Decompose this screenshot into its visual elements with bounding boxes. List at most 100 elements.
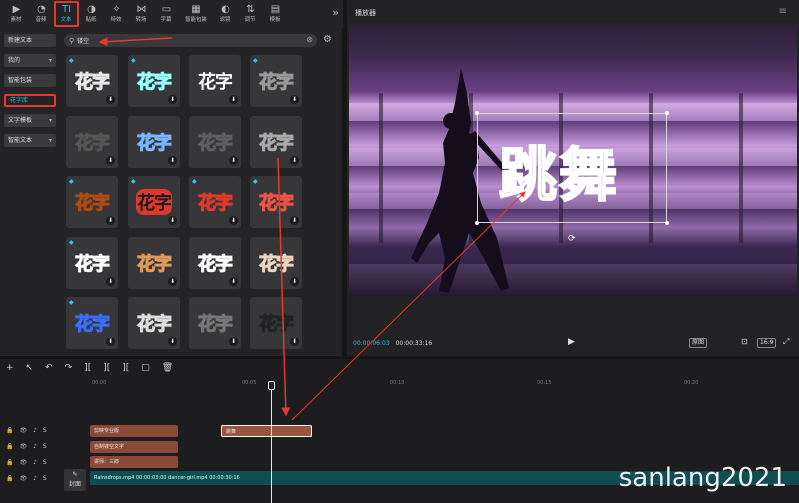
download-icon[interactable]: ⬇: [106, 95, 115, 104]
download-icon[interactable]: ⬇: [290, 216, 299, 225]
select-icon[interactable]: ↖: [26, 363, 34, 373]
list-item[interactable]: 花字 ⬇: [128, 297, 180, 349]
list-item[interactable]: 花字 ⬇: [189, 297, 241, 349]
more-tabs-icon[interactable]: »: [332, 6, 339, 19]
download-icon[interactable]: ⬇: [229, 95, 238, 104]
tab-subtitle[interactable]: ▭ 字幕: [154, 1, 179, 27]
list-item[interactable]: 花字 ⬇: [189, 55, 241, 107]
download-icon[interactable]: ⬇: [229, 277, 238, 286]
video-preview[interactable]: 跳舞 ⟳: [349, 23, 797, 296]
download-icon[interactable]: ⬇: [229, 156, 238, 165]
list-item[interactable]: 花字 ⬇: [128, 237, 180, 289]
download-icon[interactable]: ⬇: [229, 216, 238, 225]
clear-icon[interactable]: ⊗: [306, 35, 313, 44]
filter-icon[interactable]: ⚙: [323, 34, 332, 45]
tab-sticker[interactable]: ◑ 贴纸: [79, 1, 104, 27]
download-icon[interactable]: ⬇: [106, 277, 115, 286]
download-icon[interactable]: ⬇: [168, 337, 177, 346]
sidebar-item-text-template[interactable]: 文字模板 ▾: [4, 114, 56, 127]
original-button[interactable]: 原图: [689, 338, 708, 348]
playhead[interactable]: [271, 381, 272, 503]
resize-handle[interactable]: [665, 111, 669, 115]
list-item[interactable]: 花字 ⬇: [189, 237, 241, 289]
play-icon[interactable]: ▶: [568, 337, 575, 347]
text-clip[interactable]: 剪映专业版: [90, 425, 178, 437]
tab-audio[interactable]: ◔ 音频: [29, 1, 54, 27]
track-controls[interactable]: 🔒👁♪S: [6, 459, 53, 466]
track-controls[interactable]: 🔒👁♪S: [6, 427, 53, 434]
tab-text[interactable]: TI 文本: [54, 1, 79, 27]
redo-icon[interactable]: ↷: [65, 363, 73, 373]
download-icon[interactable]: ⬇: [106, 216, 115, 225]
text-clip[interactable]: 自制镂空文字: [90, 441, 178, 453]
tab-filter[interactable]: ◐ 滤镜: [213, 1, 238, 27]
list-item[interactable]: 花字 ⬇: [250, 237, 302, 289]
list-item[interactable]: 花字 ⬇: [128, 116, 180, 168]
diamond-icon: ◆: [69, 239, 74, 246]
download-icon[interactable]: ⬇: [290, 156, 299, 165]
rotate-icon[interactable]: ⟳: [568, 234, 576, 244]
download-icon[interactable]: ⬇: [168, 277, 177, 286]
text-clip[interactable]: 讲师：三郎: [90, 456, 178, 468]
download-icon[interactable]: ⬇: [106, 337, 115, 346]
download-icon[interactable]: ⬇: [168, 216, 177, 225]
download-icon[interactable]: ⬇: [168, 95, 177, 104]
list-item[interactable]: ◆ 花字 ⬇: [128, 176, 180, 228]
resize-handle[interactable]: [665, 221, 669, 225]
track-controls[interactable]: 🔒👁♪S: [6, 475, 53, 482]
timecode: 00:00:06:03 00:00:33:16: [353, 340, 432, 347]
list-item[interactable]: ◆ 花字 ⬇: [66, 237, 118, 289]
cover-button[interactable]: ✎ 封面: [64, 469, 86, 491]
playhead-handle[interactable]: [268, 381, 275, 390]
tab-smart-pack[interactable]: ▦ 智能包装: [179, 1, 213, 27]
resize-handle[interactable]: [475, 221, 479, 225]
list-item[interactable]: 花字 ⬇: [250, 116, 302, 168]
tab-template[interactable]: ▤ 模板: [263, 1, 288, 27]
list-item[interactable]: 花字 ⬇: [66, 116, 118, 168]
undo-icon[interactable]: ↶: [45, 363, 53, 373]
split-icon[interactable]: ][: [84, 363, 91, 373]
download-icon[interactable]: ⬇: [290, 277, 299, 286]
overlay-text[interactable]: 跳舞: [498, 128, 619, 212]
delete-icon[interactable]: 🗑: [162, 363, 173, 373]
trim-right-icon[interactable]: ][: [122, 363, 129, 373]
download-icon[interactable]: ⬇: [106, 156, 115, 165]
sidebar-item-new-text[interactable]: 新建文本: [4, 34, 56, 47]
list-item[interactable]: ◆ 花字 ⬇: [66, 297, 118, 349]
trim-left-icon[interactable]: ][: [103, 363, 110, 373]
list-item[interactable]: 花字 ⬇: [189, 116, 241, 168]
download-icon[interactable]: ⬇: [229, 337, 238, 346]
text-clip-selected[interactable]: 跳舞: [221, 425, 312, 437]
diamond-icon: ◆: [69, 57, 74, 64]
time-ruler[interactable]: 00:00 00:05 00:10 00:15 00:20: [90, 379, 799, 389]
search-input[interactable]: ⚲ 镂空 ⊗: [64, 34, 317, 47]
fullscreen-icon[interactable]: ⤢: [781, 338, 791, 346]
fit-icon[interactable]: ⊡: [739, 338, 750, 346]
search-value: 镂空: [77, 38, 90, 45]
sidebar-item-smart-text[interactable]: 智能文本 ▾: [4, 134, 56, 147]
list-item[interactable]: ◆ 花字 ⬇: [250, 55, 302, 107]
tab-effects[interactable]: ✧ 特效: [104, 1, 129, 27]
list-item[interactable]: ◆ 花字 ⬇: [250, 176, 302, 228]
list-item[interactable]: 花字 ⬇: [250, 297, 302, 349]
list-item[interactable]: ◆ 花字 ⬇: [128, 55, 180, 107]
tab-adjust[interactable]: ⇅ 调节: [238, 1, 263, 27]
download-icon[interactable]: ⬇: [168, 156, 177, 165]
freeze-icon[interactable]: ▢: [141, 363, 150, 373]
list-item[interactable]: ◆ 花字 ⬇: [66, 176, 118, 228]
list-item[interactable]: ◆ 花字 ⬇: [189, 176, 241, 228]
download-icon[interactable]: ⬇: [290, 95, 299, 104]
menu-icon[interactable]: ≡: [779, 6, 787, 17]
tab-transition[interactable]: ⋈ 转场: [129, 1, 154, 27]
tab-media[interactable]: ▶ 素材: [4, 1, 29, 27]
sidebar-item-fancy-text[interactable]: 花字库: [4, 94, 56, 107]
add-icon[interactable]: +: [6, 363, 14, 373]
resize-handle[interactable]: [475, 111, 479, 115]
sidebar-item-mine[interactable]: 我的 ▾: [4, 54, 56, 67]
sidebar-item-smart-pack[interactable]: 智能包装: [4, 74, 56, 87]
ratio-button[interactable]: 16:9: [757, 338, 777, 348]
list-item[interactable]: ◆ 花字 ⬇: [66, 55, 118, 107]
download-icon[interactable]: ⬇: [290, 337, 299, 346]
track-controls[interactable]: 🔒👁♪S: [6, 443, 53, 450]
search-icon: ⚲: [69, 36, 75, 45]
